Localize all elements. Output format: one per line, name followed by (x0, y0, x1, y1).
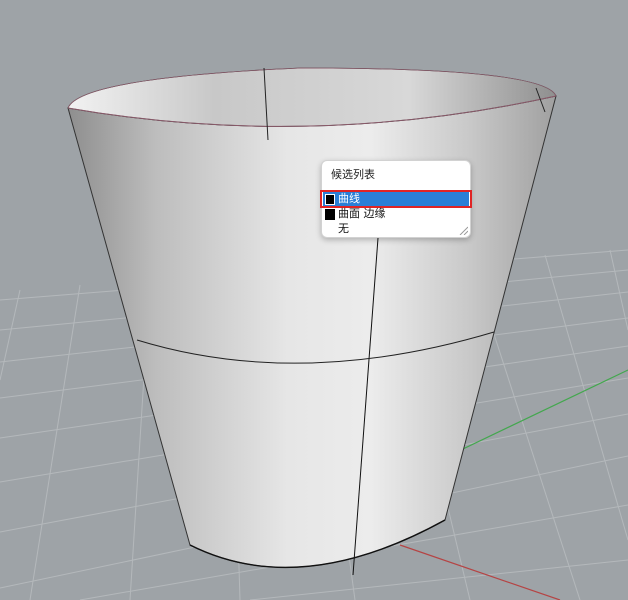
3d-viewport[interactable]: 候选列表 曲线 曲面 边缘 无 (0, 0, 628, 600)
candidate-item-curve[interactable]: 曲线 (320, 190, 472, 208)
candidate-item-none[interactable]: 无 (323, 222, 469, 237)
candidate-item-surface-edge[interactable]: 曲面 边缘 (323, 207, 469, 222)
resize-grip-icon[interactable] (458, 225, 468, 235)
candidate-item-label: 曲面 边缘 (338, 207, 386, 220)
viewport-scene (0, 0, 628, 600)
candidate-list-popup: 候选列表 曲线 曲面 边缘 无 (320, 160, 472, 238)
color-swatch-icon (325, 194, 335, 205)
color-swatch-icon (325, 209, 335, 220)
candidate-item-label: 曲线 (338, 192, 360, 205)
popup-title: 候选列表 (331, 168, 375, 181)
candidate-item-label: 无 (338, 222, 349, 235)
